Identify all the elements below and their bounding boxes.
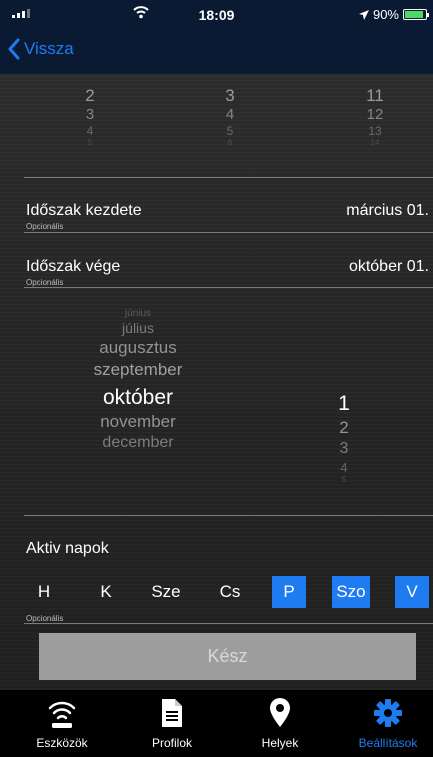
active-days-hint: Opcionális bbox=[26, 614, 64, 623]
status-right: 90% bbox=[358, 7, 429, 22]
selected-month: október bbox=[102, 386, 174, 409]
day-option: 5 bbox=[341, 475, 347, 484]
divider bbox=[24, 623, 433, 624]
day-toggle-fri[interactable]: P bbox=[272, 576, 306, 608]
day-toggle-wed[interactable]: Sze bbox=[144, 576, 188, 608]
month-option: december bbox=[102, 434, 174, 451]
month-picker-column[interactable]: június július augusztus szeptember októb… bbox=[58, 308, 218, 454]
day-toggle-mon[interactable]: H bbox=[30, 576, 58, 608]
location-arrow-icon bbox=[358, 9, 369, 20]
day-toggle-sun[interactable]: V bbox=[395, 576, 429, 608]
picker-value: 2 bbox=[85, 86, 95, 105]
period-start-hint: Opcionális bbox=[26, 222, 64, 231]
tab-profiles-label: Profilok bbox=[151, 736, 192, 750]
done-button[interactable]: Kész bbox=[39, 633, 416, 680]
divider bbox=[24, 515, 433, 516]
month-option: június bbox=[124, 308, 152, 319]
month-option: július bbox=[122, 320, 154, 336]
tab-settings-label: Beállítások bbox=[358, 736, 418, 750]
back-button[interactable]: Vissza bbox=[8, 38, 74, 60]
tab-profiles[interactable]: Profilok bbox=[132, 690, 212, 757]
back-label: Vissza bbox=[24, 39, 74, 58]
tab-settings[interactable]: Beállítások bbox=[343, 690, 433, 757]
tab-devices[interactable]: Eszközök bbox=[22, 690, 102, 757]
battery-percent: 90% bbox=[372, 7, 399, 22]
top-picker-column-2[interactable]: 3 4 5 6 bbox=[200, 86, 260, 148]
wifi-icon bbox=[47, 698, 77, 735]
month-option: szeptember bbox=[93, 360, 183, 379]
tab-places-label: Helyek bbox=[261, 736, 299, 750]
divider bbox=[24, 177, 433, 178]
month-option: november bbox=[100, 412, 176, 431]
top-picker-column-3[interactable]: 11 12 13 14 bbox=[345, 86, 405, 148]
document-icon bbox=[161, 698, 183, 733]
map-pin-icon bbox=[269, 698, 291, 733]
period-start-label: Időszak kezdete bbox=[26, 202, 142, 219]
picker-value: 11 bbox=[366, 86, 384, 105]
status-bar: 18:09 90% bbox=[0, 0, 433, 30]
tab-bar: Eszközök Profilok Helyek Beállítások bbox=[0, 690, 433, 757]
day-option: 2 bbox=[339, 418, 349, 437]
tab-devices-label: Eszközök bbox=[36, 736, 88, 750]
picker-value: 5 bbox=[226, 124, 234, 138]
divider bbox=[24, 287, 433, 288]
chevron-left-icon bbox=[8, 38, 20, 60]
tab-places[interactable]: Helyek bbox=[240, 690, 320, 757]
day-option: 3 bbox=[339, 440, 349, 457]
picker-value: 6 bbox=[227, 138, 233, 147]
picker-value: 3 bbox=[85, 106, 95, 123]
picker-value: 3 bbox=[225, 86, 235, 105]
settings-screen: 18:09 90% Vissza 2 3 4 5 3 4 5 6 11 12 1… bbox=[0, 0, 433, 757]
day-toggle-thu[interactable]: Cs bbox=[212, 576, 248, 608]
period-end-label: Időszak vége bbox=[26, 258, 121, 275]
day-toggle-sat[interactable]: Szo bbox=[332, 576, 370, 608]
battery-fill bbox=[405, 11, 423, 18]
divider bbox=[24, 232, 433, 233]
top-picker-column-1[interactable]: 2 3 4 5 bbox=[60, 86, 120, 148]
picker-value: 4 bbox=[225, 106, 235, 123]
period-end-hint: Opcionális bbox=[26, 278, 64, 287]
month-option: augusztus bbox=[99, 338, 177, 357]
battery-icon bbox=[403, 9, 429, 20]
day-toggle-tue[interactable]: K bbox=[92, 576, 120, 608]
gear-icon bbox=[373, 698, 403, 733]
picker-value: 5 bbox=[87, 138, 93, 147]
period-end-value[interactable]: október 01. bbox=[349, 258, 429, 276]
day-picker-column[interactable]: 1 2 3 4 5 bbox=[314, 392, 374, 485]
period-start-value[interactable]: március 01. bbox=[346, 202, 429, 220]
active-days-label: Aktiv napok bbox=[26, 540, 109, 557]
day-option: 4 bbox=[340, 460, 348, 475]
picker-value: 12 bbox=[366, 106, 384, 123]
selected-day: 1 bbox=[338, 392, 350, 415]
nav-bar: Vissza bbox=[0, 30, 433, 74]
picker-value: 13 bbox=[368, 124, 382, 138]
picker-value: 14 bbox=[370, 138, 380, 147]
picker-value: 4 bbox=[86, 124, 94, 138]
